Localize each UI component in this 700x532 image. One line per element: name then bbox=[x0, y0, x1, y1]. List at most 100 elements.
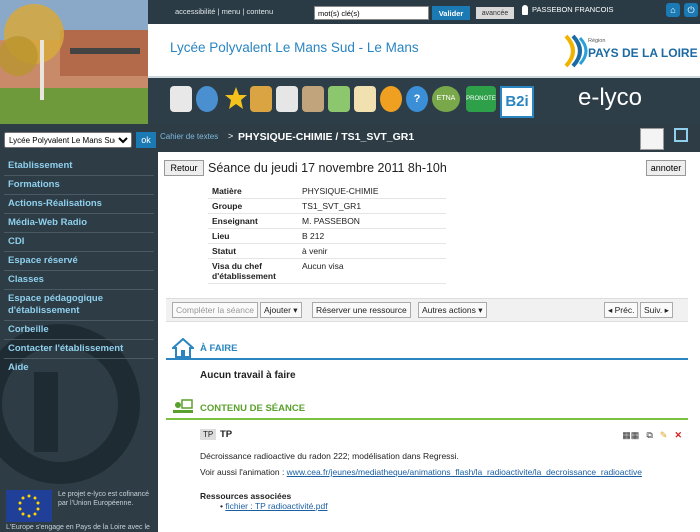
sidebar-item-formations[interactable]: Formations bbox=[4, 176, 154, 195]
info-value: M. PASSEBON bbox=[302, 216, 360, 226]
voir-prefix: Voir aussi l'animation : bbox=[200, 467, 287, 477]
main-content: Cahier de textes > PHYSIQUE-CHIMIE / TS1… bbox=[158, 124, 700, 532]
edit-icon[interactable]: ✎ bbox=[660, 430, 668, 441]
sidebar-item-media[interactable]: Média-Web Radio bbox=[4, 214, 154, 233]
animation-link[interactable]: www.cea.fr/jeunes/mediatheque/animations… bbox=[287, 467, 642, 477]
tp-description: Décroissance radioactive du radon 222; m… bbox=[200, 451, 459, 461]
info-row: Statut à venir bbox=[208, 244, 446, 259]
restaurant-icon[interactable] bbox=[380, 86, 402, 112]
valider-button[interactable]: Valider bbox=[432, 6, 470, 20]
star-icon[interactable] bbox=[224, 86, 247, 112]
toolbox-icon[interactable] bbox=[640, 128, 664, 150]
search-input[interactable] bbox=[314, 6, 429, 20]
classroom-icon bbox=[173, 399, 193, 413]
tp-title: TP bbox=[220, 429, 233, 440]
sidebar-item-espace-reserve[interactable]: Espace réservé bbox=[4, 252, 154, 271]
school-select[interactable]: Lycée Polyvalent Le Mans Sud - L bbox=[4, 132, 132, 148]
notebook-icon[interactable] bbox=[354, 86, 376, 112]
globe-icon[interactable] bbox=[196, 86, 218, 112]
contenu-label: CONTENU DE SÉANCE bbox=[200, 403, 306, 414]
ajouter-dropdown[interactable]: Ajouter ▾ bbox=[260, 302, 302, 318]
ressource-link[interactable]: fichier : TP radioactivité.pdf bbox=[225, 501, 327, 511]
advanced-search-button[interactable]: avancée bbox=[476, 7, 514, 19]
pronote-icon[interactable]: PRONOTE bbox=[466, 86, 496, 112]
link-accessibility[interactable]: accessibilité bbox=[175, 7, 215, 16]
calendar-icon[interactable] bbox=[170, 86, 192, 112]
ressources-header: Ressources associées bbox=[200, 491, 292, 501]
info-value: PHYSIQUE-CHIMIE bbox=[302, 186, 379, 196]
breadcrumb: Cahier de textes > PHYSIQUE-CHIMIE / TS1… bbox=[158, 124, 700, 152]
voir-aussi: Voir aussi l'animation : www.cea.fr/jeun… bbox=[200, 467, 688, 477]
tp-tools: ▦▦ ⧉ ✎ ✕ bbox=[618, 429, 682, 441]
fullscreen-icon[interactable] bbox=[674, 128, 688, 142]
user-name: PASSEBON FRANCOIS bbox=[532, 5, 614, 14]
quick-links: accessibilité | menu | contenu bbox=[175, 7, 274, 16]
app-icon-band: ? ETNA PRONOTE B2i e-lyco bbox=[148, 78, 700, 124]
info-key: Enseignant bbox=[212, 216, 258, 226]
sidebar: Lycée Polyvalent Le Mans Sud - L ok Etab… bbox=[0, 124, 158, 532]
sidebar-item-cdi[interactable]: CDI bbox=[4, 233, 154, 252]
info-key: Lieu bbox=[212, 231, 230, 241]
info-row: Matière PHYSIQUE-CHIMIE bbox=[208, 184, 446, 199]
link-contenu[interactable]: contenu bbox=[246, 7, 273, 16]
user-icon bbox=[522, 5, 528, 16]
sidebar-item-etablissement[interactable]: Etablissement bbox=[4, 157, 154, 176]
sidebar-item-classes[interactable]: Classes bbox=[4, 271, 154, 290]
logout-icon[interactable]: ⏻ bbox=[684, 3, 698, 17]
copy-icon[interactable]: ⧉ bbox=[646, 430, 652, 441]
book-icon[interactable] bbox=[250, 86, 272, 112]
elyco-watermark-bar bbox=[34, 372, 58, 452]
ressource-item: • fichier : TP radioactivité.pdf bbox=[220, 501, 328, 511]
info-key: Matière bbox=[212, 186, 242, 196]
school-photo bbox=[0, 0, 148, 124]
region-label: Région bbox=[588, 38, 606, 44]
seance-title: Séance du jeudi 17 novembre 2011 8h-10h bbox=[208, 161, 447, 175]
tp-badge: TP bbox=[200, 429, 217, 440]
school-title: Lycée Polyvalent Le Mans Sud - Le Mans bbox=[170, 40, 419, 55]
retour-button[interactable]: Retour bbox=[164, 160, 204, 176]
info-value: B 212 bbox=[302, 231, 325, 241]
info-key: Visa du chef d'établissement bbox=[212, 261, 276, 281]
calendar-copy-icon[interactable]: ▦▦ bbox=[622, 430, 639, 441]
sidebar-nav: Etablissement Formations Actions-Réalisa… bbox=[4, 157, 154, 377]
region-name: PAYS DE LA LOIRE bbox=[588, 46, 698, 60]
people-icon[interactable] bbox=[302, 86, 324, 112]
precedent-button[interactable]: ◂ Préc. bbox=[604, 302, 639, 318]
annoter-button[interactable]: annoter bbox=[646, 160, 686, 176]
info-value: Aucun visa bbox=[302, 261, 344, 271]
etna-icon[interactable]: ETNA bbox=[432, 86, 460, 112]
delete-icon[interactable]: ✕ bbox=[674, 430, 682, 441]
home-icon[interactable]: ⌂ bbox=[666, 3, 680, 17]
sidebar-item-corbeille[interactable]: Corbeille bbox=[4, 321, 154, 340]
seance-info-table: Matière PHYSIQUE-CHIMIE Groupe TS1_SVT_GR1… bbox=[208, 184, 446, 284]
notes-icon[interactable] bbox=[328, 86, 350, 112]
breadcrumb-current: PHYSIQUE-CHIMIE / TS1_SVT_GR1 bbox=[238, 131, 415, 143]
reserver-ressource-button[interactable]: Réserver une ressource bbox=[312, 302, 411, 318]
sidebar-item-actions[interactable]: Actions-Réalisations bbox=[4, 195, 154, 214]
a-faire-section-header: À FAIRE bbox=[166, 336, 688, 360]
house-icon bbox=[172, 338, 194, 358]
info-row: Visa du chef d'établissement Aucun visa bbox=[208, 259, 446, 284]
help-icon[interactable]: ? bbox=[406, 86, 428, 112]
info-key: Statut bbox=[212, 246, 237, 256]
info-key: Groupe bbox=[212, 201, 243, 211]
b2i-icon[interactable]: B2i bbox=[500, 86, 534, 118]
title-band: Lycée Polyvalent Le Mans Sud - Le Mans R… bbox=[148, 24, 700, 78]
autres-actions-dropdown[interactable]: Autres actions ▾ bbox=[418, 302, 487, 318]
suivant-button[interactable]: Suiv. ▸ bbox=[640, 302, 673, 318]
breadcrumb-root[interactable]: Cahier de textes bbox=[160, 132, 218, 141]
sidebar-item-aide[interactable]: Aide bbox=[4, 359, 154, 377]
mail-icon[interactable] bbox=[276, 86, 298, 112]
action-bar: Compléter la séance Ajouter ▾ Réserver u… bbox=[166, 298, 688, 322]
ok-button[interactable]: ok bbox=[136, 132, 156, 148]
link-menu[interactable]: menu bbox=[222, 7, 241, 16]
elyco-logo: e-lyco bbox=[578, 84, 643, 111]
eu-funding: Le projet e-lyco est cofinancé par l'Uni… bbox=[4, 490, 154, 531]
sidebar-item-contact[interactable]: Contacter l'établissement bbox=[4, 340, 154, 359]
info-value: à venir bbox=[302, 246, 328, 256]
completer-seance-button[interactable]: Compléter la séance bbox=[172, 302, 258, 318]
sidebar-item-espace-pedagogique[interactable]: Espace pédagogique d'établissement bbox=[4, 290, 154, 321]
aucun-travail-text: Aucun travail à faire bbox=[200, 370, 296, 381]
breadcrumb-separator: > bbox=[228, 131, 234, 141]
top-bar: accessibilité | menu | contenu Valider a… bbox=[148, 0, 700, 24]
